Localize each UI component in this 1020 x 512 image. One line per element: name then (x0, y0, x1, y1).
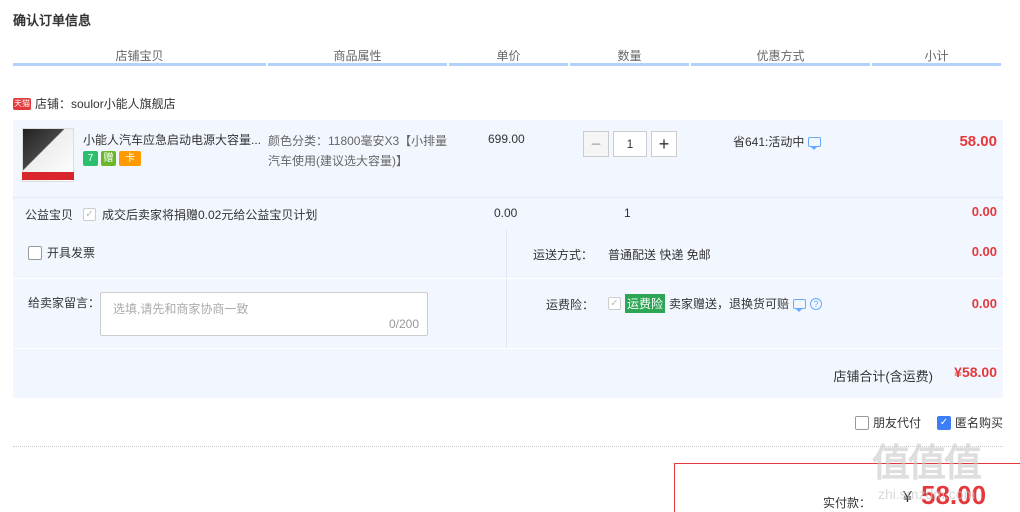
invoice-option[interactable]: 开具发票 (28, 244, 95, 261)
product-tags: 7 赠 卡 (83, 151, 141, 166)
friend-pay-checkbox[interactable] (854, 415, 869, 430)
insurance-info: ✓ 运费险 卖家赠送，退换货可赔 ? (608, 294, 823, 313)
order-box: 小能人汽车应急启动电源大容量... 7 赠 卡 颜色分类：11800毫安X3【小… (13, 120, 1003, 398)
quantity-input[interactable]: 1 (613, 131, 647, 157)
insurance-price: 0.00 (971, 296, 997, 311)
friend-pay-label: 朋友代付 (872, 416, 921, 430)
charity-quantity: 1 (624, 206, 631, 220)
anonymous-option[interactable]: ✓ 匿名购买 (936, 414, 1003, 431)
shipping-price: 0.00 (971, 244, 997, 259)
seven-day-return-icon[interactable]: 7 (83, 151, 98, 166)
col-header-attr: 商品属性 (268, 46, 447, 66)
memo-textarea[interactable]: 选填,请先和商家协商一致 0/200 (100, 292, 428, 336)
charity-description: ✓ 成交后卖家将捐赠0.02元给公益宝贝计划 (83, 206, 317, 223)
divider (508, 278, 1003, 279)
decrease-button[interactable]: − (583, 131, 609, 157)
shipping-method: 普通配送 快递 免邮 (608, 248, 711, 262)
product-thumbnail-strip (22, 172, 74, 180)
quantity-stepper: − 1 + (583, 131, 677, 157)
insurance-desc: 卖家赠送，退换货可赔 (669, 297, 790, 311)
invoice-memo-panel: 开具发票 给卖家留言： 选填,请先和商家协商一致 0/200 (13, 230, 1003, 348)
col-header-promo: 优惠方式 (691, 46, 870, 66)
invoice-checkbox[interactable] (28, 245, 42, 260)
charity-checkbox[interactable]: ✓ (83, 208, 96, 221)
insurance-label: 运费险： (546, 298, 595, 312)
item-row: 小能人汽车应急启动电源大容量... 7 赠 卡 颜色分类：11800毫安X3【小… (13, 120, 1003, 198)
comment-icon[interactable] (808, 136, 822, 150)
page-title: 确认订单信息 (13, 13, 92, 28)
memo-counter: 0/200 (388, 317, 419, 331)
tmall-badge-icon: 天猫 (13, 97, 31, 110)
unit-price: 699.00 (488, 132, 525, 146)
memo-label: 给卖家留言： (28, 296, 101, 310)
order-details: 开具发票 给卖家留言： 选填,请先和商家协商一致 0/200 运送方式： 普通配… (13, 230, 1003, 398)
payment-options: 朋友代付 ✓ 匿名购买 (854, 414, 1003, 431)
col-header-item: 店铺宝贝 (13, 46, 266, 66)
credit-card-icon[interactable]: 卡 (119, 151, 141, 166)
charity-subtotal: 0.00 (971, 204, 997, 219)
promotion: 省641:活动中 (733, 133, 822, 150)
shop-total-row: 店铺合计(含运费) ¥58.00 (13, 348, 1003, 398)
product-attribute: 颜色分类：11800毫安X3【小排量汽车使用(建议选大容量)】 (268, 134, 448, 168)
watermark-logo: 值值值 (872, 443, 982, 485)
item-subtotal: 58.00 (959, 133, 997, 150)
help-icon[interactable]: ? (810, 297, 823, 310)
shipping-panel: 运送方式： 普通配送 快递 免邮 0.00 运费险： ✓ 运费险 卖家赠送，退换… (508, 230, 1003, 348)
col-header-qty: 数量 (570, 46, 689, 66)
anonymous-checkbox[interactable]: ✓ (936, 415, 951, 430)
product-name-link[interactable]: 小能人汽车应急启动电源大容量... (83, 131, 268, 147)
charity-text: 成交后卖家将捐赠0.02元给公益宝贝计划 (102, 208, 318, 222)
shop-total-value: ¥58.00 (954, 364, 997, 380)
charity-price: 0.00 (494, 206, 518, 220)
watermark-url: zhi.smzdm.com (878, 486, 976, 502)
payment-label: 实付款： (823, 496, 872, 510)
insurance-checkbox[interactable]: ✓ (608, 297, 621, 310)
promotion-label[interactable]: 省641:活动中 (733, 133, 804, 150)
shop-total-label: 店铺合计(含运费) (833, 369, 933, 384)
gift-icon[interactable]: 赠 (101, 151, 116, 166)
memo-placeholder: 选填,请先和商家协商一致 (113, 302, 249, 316)
col-header-price: 单价 (449, 46, 568, 66)
friend-pay-option[interactable]: 朋友代付 (854, 414, 921, 431)
shipping-label: 运送方式： (533, 248, 594, 262)
invoice-label: 开具发票 (47, 246, 96, 260)
comment-icon[interactable] (793, 298, 807, 312)
anonymous-label: 匿名购买 (954, 416, 1003, 430)
shop-name-link[interactable]: 店铺：soulor小能人旗舰店 (35, 95, 176, 112)
table-header: 店铺宝贝 商品属性 单价 数量 优惠方式 小计 (13, 46, 1003, 68)
insurance-badge: 运费险 (625, 294, 666, 313)
col-header-subtotal: 小计 (872, 46, 1001, 66)
shop-header: 天猫 店铺：soulor小能人旗舰店 (13, 95, 176, 112)
charity-row: 公益宝贝 ✓ 成交后卖家将捐赠0.02元给公益宝贝计划 0.00 1 0.00 (13, 198, 1003, 228)
charity-label: 公益宝贝 (25, 208, 74, 222)
separator (13, 446, 1003, 447)
increase-button[interactable]: + (651, 131, 677, 157)
